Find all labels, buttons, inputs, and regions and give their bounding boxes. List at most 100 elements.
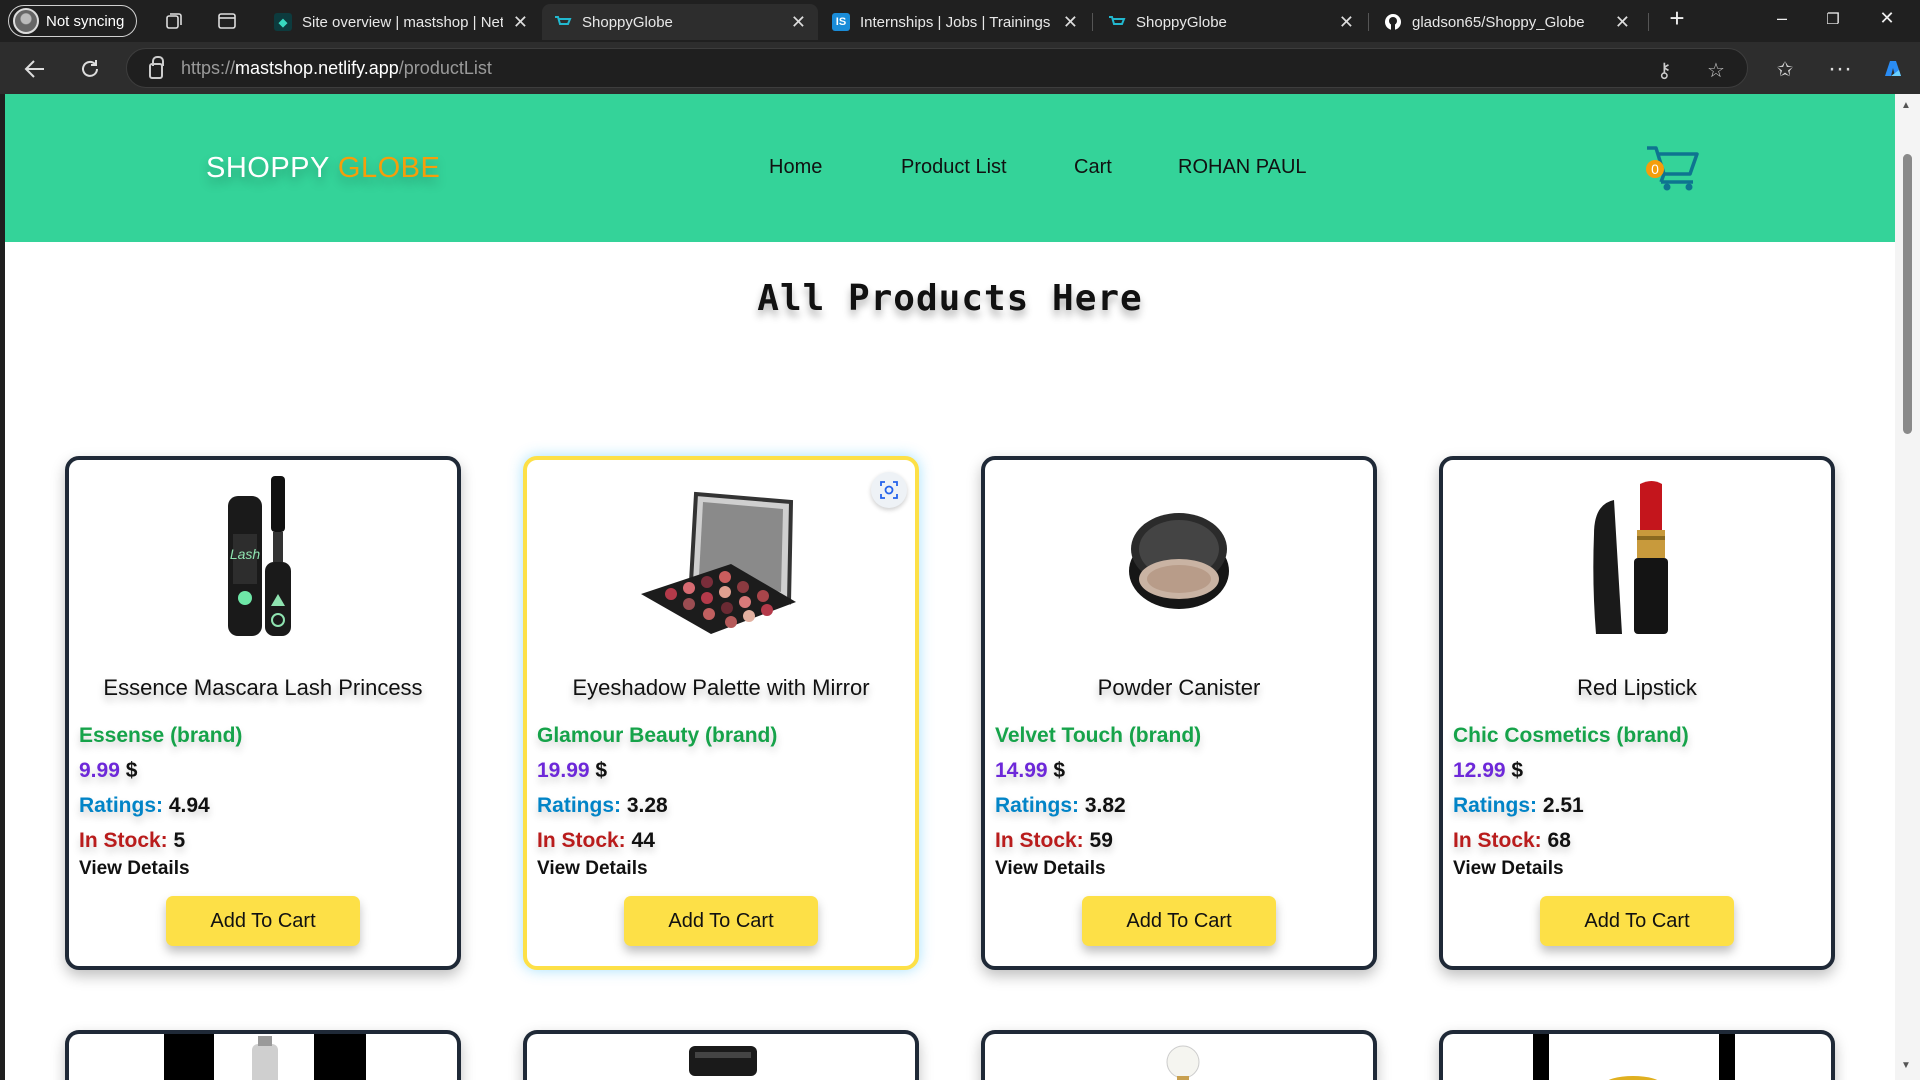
shoppyglobe-icon	[1108, 13, 1126, 31]
rating-value: 3.82	[1084, 794, 1126, 817]
product-meta: Glamour Beauty (brand) 19.99 $ Ratings: …	[537, 718, 777, 858]
view-details-link[interactable]: View Details	[995, 858, 1106, 880]
logo-accent: GLOBE	[337, 152, 441, 184]
product-image[interactable]	[1443, 474, 1831, 644]
refresh-icon[interactable]	[75, 54, 105, 84]
lock-icon[interactable]	[149, 56, 164, 79]
scrollbar-thumb[interactable]	[1903, 154, 1912, 434]
url-path: /productList	[398, 57, 492, 78]
tab-title: ShoppyGlobe	[1136, 13, 1227, 31]
ratings-label: Ratings:	[1453, 794, 1537, 817]
vertical-tabs-icon[interactable]	[216, 10, 238, 32]
browser-tab[interactable]: IS Internships | Jobs | Trainings & ✕	[820, 4, 1090, 40]
product-brand: Essense (brand)	[79, 718, 242, 753]
product-image[interactable]	[985, 474, 1373, 644]
price-value: 9.99	[79, 759, 120, 782]
page-scrollbar[interactable]: ▲ ▼	[1895, 94, 1920, 1080]
cart-button[interactable]: 0	[1643, 142, 1703, 192]
product-price: 19.99 $	[537, 753, 777, 788]
product-card[interactable]	[981, 1030, 1377, 1080]
close-icon[interactable]: ✕	[1063, 12, 1078, 33]
url-host: mastshop.netlify.app	[235, 57, 399, 78]
product-image[interactable]	[1163, 1040, 1203, 1080]
product-card[interactable]	[65, 1030, 461, 1080]
github-icon	[1384, 13, 1402, 31]
product-card[interactable]: Eyeshadow Palette with Mirror Glamour Be…	[523, 456, 919, 970]
product-brand: Glamour Beauty (brand)	[537, 718, 777, 753]
workspaces-icon[interactable]	[163, 10, 185, 32]
tab-title: gladson65/Shoppy_Globe	[1412, 13, 1585, 31]
product-image[interactable]	[164, 1034, 374, 1080]
profile-label: Not syncing	[46, 12, 125, 30]
profile-button[interactable]: Not syncing	[8, 5, 138, 37]
nav-user[interactable]: ROHAN PAUL	[1178, 156, 1307, 179]
tab-separator	[1648, 13, 1649, 31]
product-meta: Velvet Touch (brand) 14.99 $ Ratings: 3.…	[995, 718, 1201, 858]
view-details-link[interactable]: View Details	[537, 858, 648, 880]
stock-value: 44	[631, 829, 655, 852]
product-image[interactable]	[1533, 1034, 1743, 1080]
add-to-cart-button[interactable]: Add To Cart	[1082, 896, 1276, 946]
product-brand: Chic Cosmetics (brand)	[1453, 718, 1689, 753]
close-icon[interactable]: ✕	[1339, 12, 1354, 33]
product-card[interactable]: Red Lipstick Chic Cosmetics (brand) 12.9…	[1439, 456, 1835, 970]
close-icon[interactable]: ✕	[513, 12, 528, 33]
rating-value: 2.51	[1542, 794, 1584, 817]
nav-home[interactable]: Home	[769, 156, 822, 179]
avatar	[13, 8, 39, 34]
price-value: 12.99	[1453, 759, 1506, 782]
site-logo[interactable]: SHOPPY GLOBE	[206, 152, 440, 185]
key-icon[interactable]: ⚷	[1657, 58, 1672, 83]
ratings-label: Ratings:	[537, 794, 621, 817]
browser-tab[interactable]: ◆ Site overview | mastshop | Net ✕	[262, 4, 540, 40]
scroll-up-icon[interactable]: ▲	[1901, 100, 1911, 111]
url-scheme: https://	[181, 57, 236, 78]
url-text: https://mastshop.netlify.app/productList	[181, 58, 492, 79]
brand-name: Essense	[79, 724, 165, 747]
rating-value: 3.28	[626, 794, 668, 817]
stock-label: In Stock:	[995, 829, 1084, 852]
browser-tab-active[interactable]: ShoppyGlobe ✕	[542, 4, 818, 40]
product-image[interactable]	[685, 1040, 761, 1080]
page-viewport: SHOPPY GLOBE Home Product List Cart ROHA…	[5, 94, 1895, 1080]
product-image[interactable]	[527, 474, 915, 644]
add-to-cart-button[interactable]: Add To Cart	[624, 896, 818, 946]
copilot-icon[interactable]	[1878, 54, 1908, 84]
ratings-label: Ratings:	[79, 794, 163, 817]
brand-suffix: (brand)	[1122, 724, 1202, 747]
close-window-icon[interactable]: ✕	[1872, 8, 1902, 29]
browser-tab[interactable]: ShoppyGlobe ✕	[1096, 4, 1366, 40]
browser-tab[interactable]: gladson65/Shoppy_Globe ✕	[1372, 4, 1642, 40]
product-card[interactable]	[1439, 1030, 1835, 1080]
restore-icon[interactable]: ❐	[1818, 10, 1848, 28]
url-field[interactable]: https://mastshop.netlify.app/productList…	[126, 48, 1748, 88]
scroll-down-icon[interactable]: ▼	[1901, 1060, 1911, 1071]
nav-cart[interactable]: Cart	[1074, 156, 1112, 179]
nav-product-list[interactable]: Product List	[901, 156, 1007, 179]
favorites-icon[interactable]: ✩	[1770, 54, 1800, 84]
product-rating: Ratings: 3.28	[537, 788, 777, 823]
product-meta: Essense (brand) 9.99 $ Ratings: 4.94 In …	[79, 718, 242, 858]
stock-value: 59	[1089, 829, 1113, 852]
more-options-icon[interactable]: ···	[1825, 54, 1855, 84]
product-card[interactable]	[523, 1030, 919, 1080]
back-icon[interactable]	[20, 54, 50, 84]
minimize-icon[interactable]: –	[1767, 8, 1797, 29]
brand-suffix: (brand)	[1610, 724, 1689, 747]
close-icon[interactable]: ✕	[791, 12, 806, 33]
product-rating: Ratings: 3.82	[995, 788, 1201, 823]
add-to-cart-button[interactable]: Add To Cart	[1540, 896, 1734, 946]
product-image[interactable]: Lash	[69, 474, 457, 644]
product-card[interactable]: Lash Essence Mascara Lash Princess Essen…	[65, 456, 461, 970]
favorite-star-icon[interactable]: ☆	[1707, 58, 1725, 83]
product-card[interactable]: Powder Canister Velvet Touch (brand) 14.…	[981, 456, 1377, 970]
new-tab-icon[interactable]: +	[1662, 3, 1692, 34]
add-to-cart-button[interactable]: Add To Cart	[166, 896, 360, 946]
view-details-link[interactable]: View Details	[1453, 858, 1564, 880]
view-details-link[interactable]: View Details	[79, 858, 190, 880]
stock-value: 68	[1547, 829, 1571, 852]
product-stock: In Stock: 44	[537, 823, 777, 858]
close-icon[interactable]: ✕	[1615, 12, 1630, 33]
netlify-icon: ◆	[274, 13, 292, 31]
product-meta: Chic Cosmetics (brand) 12.99 $ Ratings: …	[1453, 718, 1689, 858]
